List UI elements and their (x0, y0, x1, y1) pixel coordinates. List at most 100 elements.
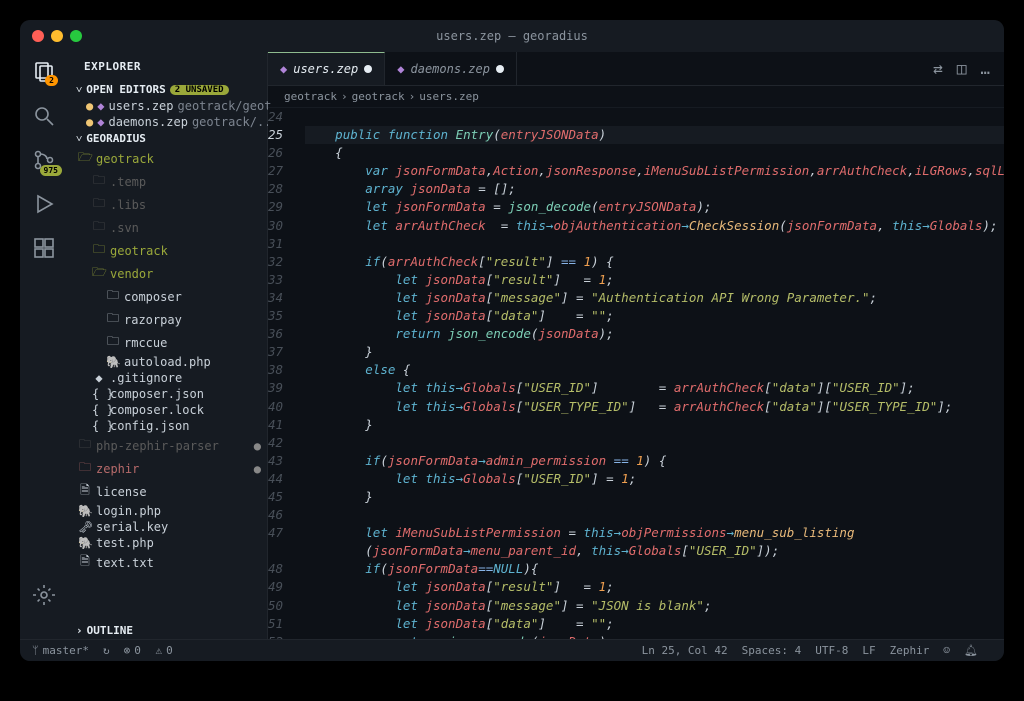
code-line[interactable] (305, 434, 1004, 452)
eol-status[interactable]: LF (862, 644, 875, 657)
workspace-header[interactable]: ˅ GEORADIUS (68, 130, 267, 147)
tree-item[interactable]: 🗀.temp (68, 170, 267, 193)
maximize-window-button[interactable] (70, 30, 82, 42)
more-icon[interactable]: … (980, 59, 990, 78)
code-line[interactable]: let jsonData["message"] = "Authenticatio… (305, 289, 1004, 307)
code-line[interactable]: (jsonFormData→menu_parent_id, this→Globa… (305, 542, 1004, 560)
tree-item[interactable]: 🗎license (68, 480, 267, 503)
code-line[interactable]: let this→Globals["USER_ID"] = 1; (305, 470, 1004, 488)
code-line[interactable]: { (305, 144, 1004, 162)
tree-item[interactable]: { }composer.json (68, 386, 267, 402)
line-number: 27 (268, 162, 283, 180)
line-number: 41 (268, 416, 283, 434)
tree-item[interactable]: 🗀composer (68, 285, 267, 308)
tree-item[interactable]: 🗁 geotrack (68, 147, 267, 170)
tree-item[interactable]: 🗀zephir● (68, 457, 267, 480)
code-line[interactable]: let this→Globals["USER_TYPE_ID"] = arrAu… (305, 398, 1004, 416)
code-line[interactable]: let this→Globals["USER_ID"] = arrAuthChe… (305, 379, 1004, 397)
open-editors-header[interactable]: ˅ OPEN EDITORS 2 UNSAVED (68, 81, 267, 98)
compare-icon[interactable]: ⇄ (933, 59, 943, 78)
breadcrumb[interactable]: geotrack›geotrack›users.zep (268, 86, 1004, 108)
code-line[interactable]: if(jsonFormData==NULL){ (305, 560, 1004, 578)
branch-status[interactable]: ᛘmaster* (32, 644, 89, 657)
close-window-button[interactable] (32, 30, 44, 42)
line-number: 42 (268, 434, 283, 452)
file-name: users.zep (108, 99, 173, 113)
breadcrumb-segment[interactable]: geotrack (284, 90, 337, 103)
code-content[interactable]: public function Entry(entryJSONData) { v… (301, 108, 1004, 639)
problems-status[interactable]: ⊗0 ⚠0 (124, 644, 173, 657)
code-line[interactable]: public function Entry(entryJSONData) (305, 126, 1004, 144)
tree-item[interactable]: 🗀geotrack (68, 239, 267, 262)
extensions-icon[interactable] (32, 236, 56, 260)
debug-icon[interactable] (32, 192, 56, 216)
code-line[interactable]: } (305, 488, 1004, 506)
code-line[interactable] (305, 108, 1004, 126)
line-number: 35 (268, 307, 283, 325)
explorer-icon[interactable]: 2 (32, 60, 56, 84)
folder-icon: 🗀 (92, 194, 106, 215)
folder-open-icon: 🗁 (78, 148, 92, 169)
item-name: composer.lock (110, 403, 204, 417)
open-editor-item[interactable]: ●◆users.zep geotrack/geot... (68, 98, 267, 114)
code-line[interactable]: let jsonFormData = json_decode(entryJSON… (305, 198, 1004, 216)
tree-item[interactable]: 🗀 .libs (68, 193, 267, 216)
file-path: geotrack/... (192, 115, 279, 129)
code-line[interactable]: var jsonFormData,Action,jsonResponse,iMe… (305, 162, 1004, 180)
tree-item[interactable]: 🗀.svn (68, 216, 267, 239)
cursor-position[interactable]: Ln 25, Col 42 (642, 644, 728, 657)
code-line[interactable]: } (305, 416, 1004, 434)
code-editor[interactable]: 2425262728293031323334353637383940414243… (268, 108, 1004, 639)
editor-tab[interactable]: ◆users.zep (268, 52, 385, 85)
bell-icon[interactable]: 🔔︎ (964, 644, 978, 657)
sidebar-title: EXPLORER (68, 52, 267, 81)
open-editor-item[interactable]: ●◆daemons.zep geotrack/... (68, 114, 267, 130)
code-line[interactable]: if(jsonFormData→admin_permission == 1) { (305, 452, 1004, 470)
item-name: geotrack (96, 152, 154, 166)
tree-item[interactable]: 🗀razorpay (68, 308, 267, 331)
code-line[interactable]: } (305, 343, 1004, 361)
tree-item[interactable]: ◆.gitignore (68, 370, 267, 386)
indent-status[interactable]: Spaces: 4 (742, 644, 802, 657)
code-line[interactable]: if(arrAuthCheck["result"] == 1) { (305, 253, 1004, 271)
tree-item[interactable]: { }composer.lock (68, 402, 267, 418)
sync-status[interactable]: ↻ (103, 644, 110, 657)
code-line[interactable]: let jsonData["message"] = "JSON is blank… (305, 597, 1004, 615)
code-line[interactable]: return json_encode(jsonData); (305, 325, 1004, 343)
code-line[interactable]: array jsonData = []; (305, 180, 1004, 198)
split-editor-icon[interactable]: ◫ (957, 59, 967, 78)
tree-item[interactable]: 🐘test.php (68, 535, 267, 551)
tree-item[interactable]: 🐘login.php (68, 503, 267, 519)
code-line[interactable]: let jsonData["result"] = 1; (305, 578, 1004, 596)
code-line[interactable] (305, 506, 1004, 524)
settings-gear-icon[interactable] (32, 583, 56, 607)
language-status[interactable]: Zephir (890, 644, 930, 657)
outline-header[interactable]: › OUTLINE (68, 622, 267, 639)
tree-item[interactable]: 🗎text.txt (68, 551, 267, 574)
tree-item[interactable]: 🗝serial.key (68, 519, 267, 535)
code-line[interactable]: let iMenuSubListPermission = this→objPer… (305, 524, 1004, 542)
tree-item[interactable]: 🗀php-zephir-parser● (68, 434, 267, 457)
item-name: php-zephir-parser (96, 439, 219, 453)
tree-item[interactable]: { }config.json (68, 418, 267, 434)
item-name: .libs (110, 198, 146, 212)
minimize-window-button[interactable] (51, 30, 63, 42)
editor-tab[interactable]: ◆daemons.zep (385, 52, 517, 85)
tree-item[interactable]: 🐘autoload.php (68, 354, 267, 370)
code-line[interactable]: let jsonData["data"] = ""; (305, 615, 1004, 633)
tree-item[interactable]: 🗁vendor (68, 262, 267, 285)
breadcrumb-segment[interactable]: users.zep (419, 90, 479, 103)
feedback-icon[interactable]: ☺ (943, 644, 950, 657)
code-line[interactable] (305, 235, 1004, 253)
item-name: .temp (110, 175, 146, 189)
source-control-icon[interactable]: 975 (32, 148, 56, 172)
code-line[interactable]: let arrAuthCheck = this→objAuthenticatio… (305, 217, 1004, 235)
tree-item[interactable]: 🗀rmccue (68, 331, 267, 354)
breadcrumb-segment[interactable]: geotrack (352, 90, 405, 103)
code-line[interactable]: else { (305, 361, 1004, 379)
code-line[interactable]: let jsonData["result"] = 1; (305, 271, 1004, 289)
search-icon[interactable] (32, 104, 56, 128)
encoding-status[interactable]: UTF-8 (815, 644, 848, 657)
code-line[interactable]: return json_encode(jsonData); (305, 633, 1004, 639)
code-line[interactable]: let jsonData["data"] = ""; (305, 307, 1004, 325)
